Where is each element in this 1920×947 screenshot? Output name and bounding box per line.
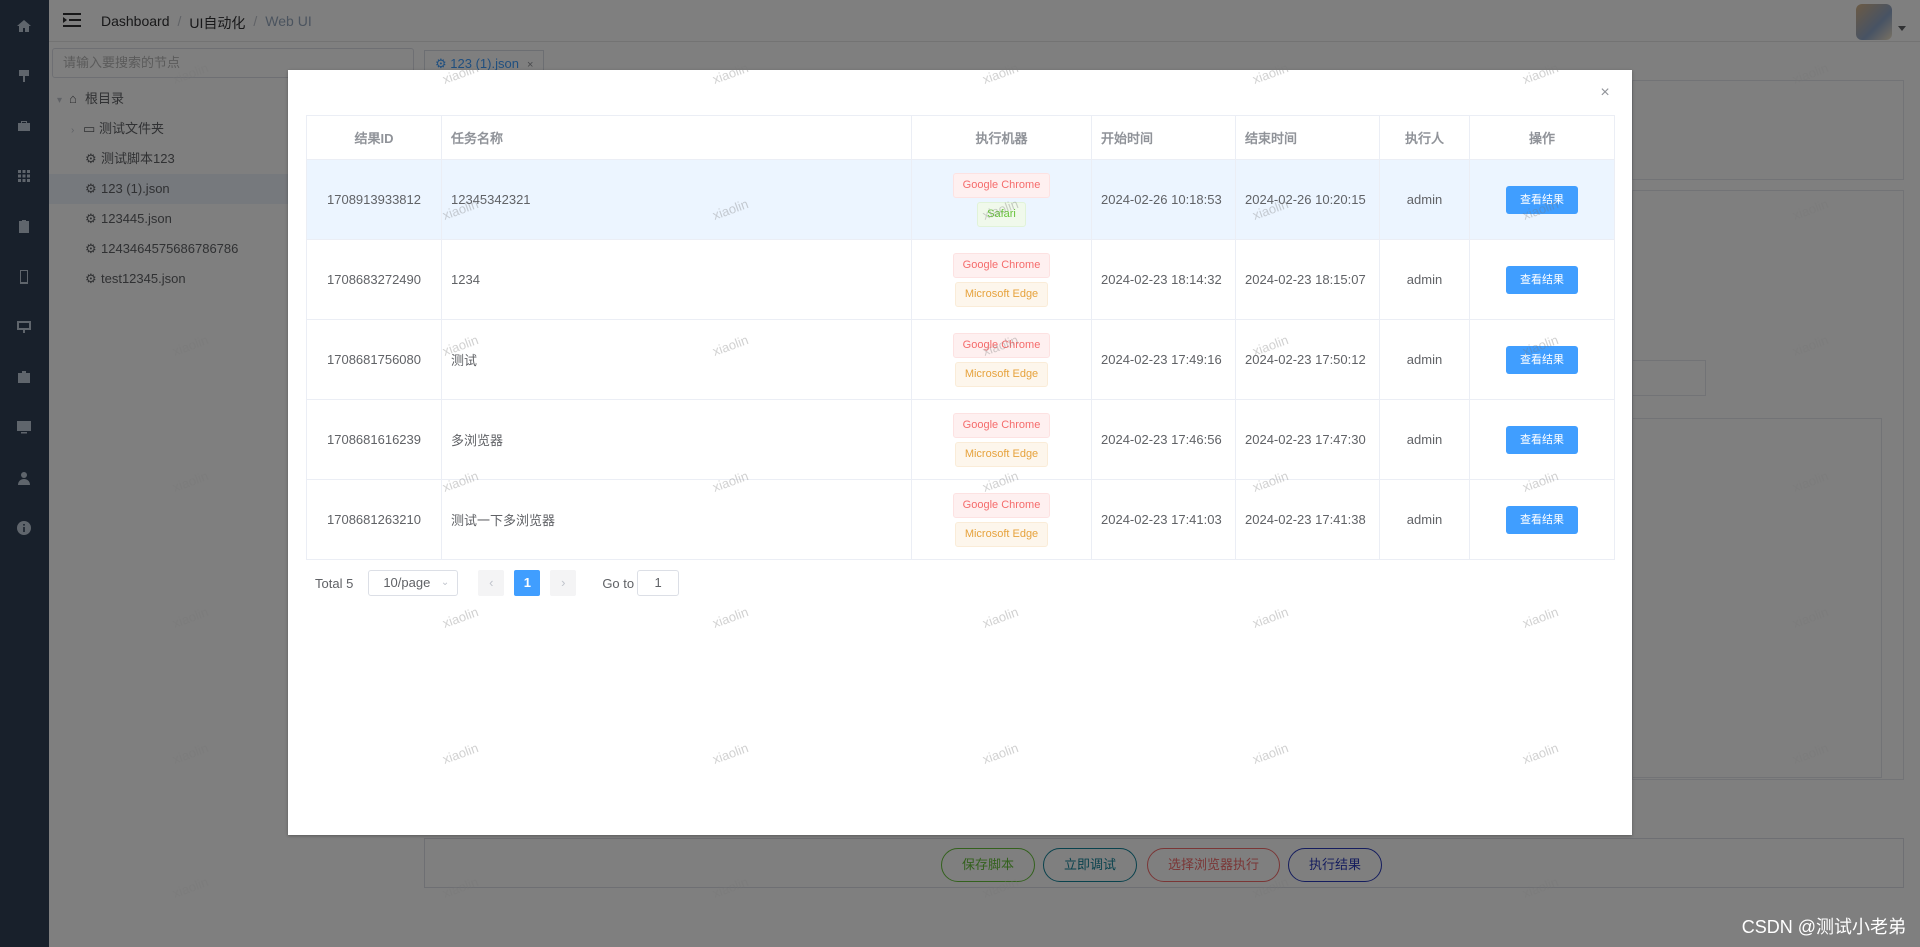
cell-end-time: 2024-02-23 18:15:07 <box>1235 239 1380 320</box>
cell-start-time: 2024-02-23 17:49:16 <box>1091 319 1236 400</box>
next-page-button[interactable]: › <box>550 570 577 596</box>
goto-page-input[interactable]: 1 <box>637 570 680 596</box>
cell-result-id: 1708681756080 <box>306 319 442 400</box>
cell-action: 查看结果 <box>1469 239 1615 320</box>
table-row[interactable]: 1708681616239 多浏览器 Google Chrome Microsof… <box>306 399 1615 480</box>
col-header-action: 操作 <box>1469 115 1615 160</box>
tag-chrome: Google Chrome <box>952 492 1051 518</box>
cell-result-id: 1708681616239 <box>306 399 442 480</box>
cell-result-id: 1708681263210 <box>306 479 442 560</box>
view-result-button[interactable]: 查看结果 <box>1506 505 1578 534</box>
cell-task-name: 多浏览器 <box>441 399 912 480</box>
cell-start-time: 2024-02-23 18:14:32 <box>1091 239 1236 320</box>
cell-executor: admin <box>1379 479 1470 560</box>
results-table: 结果ID 任务名称 执行机器 开始时间 结束时间 执行人 操作 17089139… <box>306 115 1615 560</box>
col-header-end-time: 结束时间 <box>1235 115 1380 160</box>
col-header-machine: 执行机器 <box>911 115 1092 160</box>
cell-end-time: 2024-02-23 17:41:38 <box>1235 479 1380 560</box>
cell-executor: admin <box>1379 319 1470 400</box>
page-number-current[interactable]: 1 <box>514 570 541 596</box>
col-header-task-name: 任务名称 <box>441 115 912 160</box>
cell-result-id: 1708913933812 <box>306 159 442 240</box>
col-header-start-time: 开始时间 <box>1091 115 1236 160</box>
table-header-row: 结果ID 任务名称 执行机器 开始时间 结束时间 执行人 操作 <box>306 115 1615 160</box>
cell-start-time: 2024-02-23 17:41:03 <box>1091 479 1236 560</box>
close-icon[interactable]: × <box>1598 85 1612 101</box>
cell-result-id: 1708683272490 <box>306 239 442 320</box>
cell-executor: admin <box>1379 159 1470 240</box>
page-size-value: 10/page <box>383 575 431 590</box>
pagination: Total 5 10/page ⌄ ‹ 1 › Go to 1 <box>315 570 680 596</box>
cell-machines: Google Chrome Microsoft Edge <box>911 399 1092 480</box>
cell-end-time: 2024-02-23 17:50:12 <box>1235 319 1380 400</box>
cell-task-name: 1234 <box>441 239 912 320</box>
csdn-watermark: CSDN @测试小老弟 <box>1741 917 1906 937</box>
tag-edge: Microsoft Edge <box>954 521 1049 547</box>
cell-executor: admin <box>1379 399 1470 480</box>
chevron-down-icon: ⌄ <box>440 577 450 588</box>
prev-page-button[interactable]: ‹ <box>478 570 505 596</box>
tag-chrome: Google Chrome <box>952 252 1051 278</box>
goto-label: Go to <box>602 575 635 591</box>
cell-action: 查看结果 <box>1469 399 1615 480</box>
cell-action: 查看结果 <box>1469 159 1615 240</box>
col-header-result-id: 结果ID <box>306 115 442 160</box>
tag-chrome: Google Chrome <box>952 332 1051 358</box>
cell-action: 查看结果 <box>1469 479 1615 560</box>
tag-edge: Microsoft Edge <box>954 361 1049 387</box>
table-row[interactable]: 1708681263210 测试一下多浏览器 Google Chrome Micr… <box>306 479 1615 560</box>
tag-edge: Microsoft Edge <box>954 281 1049 307</box>
cell-machines: Google Chrome Microsoft Edge <box>911 319 1092 400</box>
view-result-button[interactable]: 查看结果 <box>1506 345 1578 374</box>
view-result-button[interactable]: 查看结果 <box>1506 185 1578 214</box>
col-header-executor: 执行人 <box>1379 115 1470 160</box>
cell-machines: Google Chrome Microsoft Edge <box>911 239 1092 320</box>
cell-task-name: 12345342321 <box>441 159 912 240</box>
results-dialog: × 结果ID 任务名称 执行机器 开始时间 结束时间 执行人 操作 170891… <box>288 70 1632 835</box>
table-row[interactable]: 1708683272490 1234 Google Chrome Microsof… <box>306 239 1615 320</box>
tag-chrome: Google Chrome <box>952 172 1051 198</box>
tag-chrome: Google Chrome <box>952 412 1051 438</box>
table-row[interactable]: 1708913933812 12345342321 Google Chrome S… <box>306 159 1615 240</box>
cell-executor: admin <box>1379 239 1470 320</box>
cell-task-name: 测试 <box>441 319 912 400</box>
page-size-select[interactable]: 10/page ⌄ <box>368 570 459 596</box>
view-result-button[interactable]: 查看结果 <box>1506 425 1578 454</box>
table-row[interactable]: 1708681756080 测试 Google Chrome Microsoft … <box>306 319 1615 400</box>
cell-action: 查看结果 <box>1469 319 1615 400</box>
cell-machines: Google Chrome Safari <box>911 159 1092 240</box>
view-result-button[interactable]: 查看结果 <box>1506 265 1578 294</box>
cell-machines: Google Chrome Microsoft Edge <box>911 479 1092 560</box>
tag-edge: Microsoft Edge <box>954 441 1049 467</box>
cell-end-time: 2024-02-23 17:47:30 <box>1235 399 1380 480</box>
cell-end-time: 2024-02-26 10:20:15 <box>1235 159 1380 240</box>
cell-start-time: 2024-02-23 17:46:56 <box>1091 399 1236 480</box>
tag-safari: Safari <box>977 201 1026 227</box>
cell-task-name: 测试一下多浏览器 <box>441 479 912 560</box>
cell-start-time: 2024-02-26 10:18:53 <box>1091 159 1236 240</box>
pagination-total: Total 5 <box>315 575 354 591</box>
